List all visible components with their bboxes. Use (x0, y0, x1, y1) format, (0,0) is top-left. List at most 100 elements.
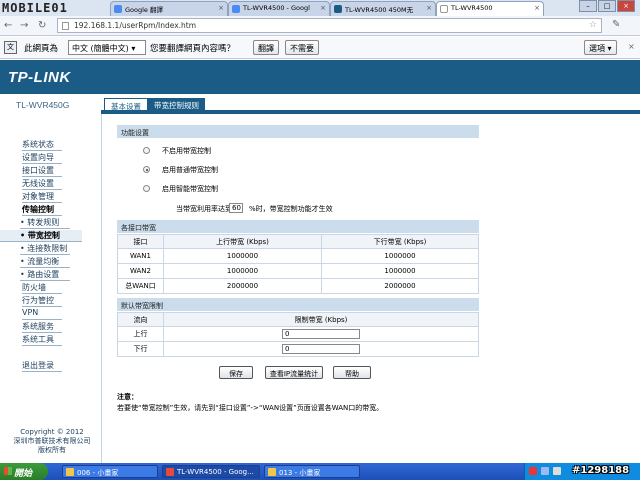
tab-google-search[interactable]: TL-WVR4500 - Googl × (228, 1, 330, 16)
tab-router-admin[interactable]: TL-WVR4500 × (436, 1, 544, 16)
paint-icon (268, 468, 276, 476)
watermark-text: #1298188 (572, 465, 630, 476)
save-button[interactable]: 保存 (219, 366, 253, 379)
sidebar-item-connection-limit[interactable]: • 连接数限制 (20, 243, 70, 255)
translate-options-button[interactable]: 選項 ▾ (584, 40, 617, 55)
chrome-icon (166, 468, 174, 476)
sidebar-item-system-tools[interactable]: 系统工具 (22, 334, 62, 346)
sidebar-item-firewall[interactable]: 防火墙 (22, 282, 62, 294)
sidebar-item-routing[interactable]: • 路由设置 (20, 269, 70, 281)
close-icon[interactable]: × (218, 4, 224, 12)
close-icon[interactable]: × (534, 4, 540, 12)
downstream-value: 1000000 (321, 248, 479, 264)
translate-bar: 文 此網頁為 中文 (簡體中文) ▾ 您要翻譯網頁內容嗎？ 翻譯 不需要 選項 … (0, 37, 640, 59)
table-row: WAN1 1000000 1000000 (117, 248, 479, 264)
radio-label: 启用普通带宽控制 (162, 166, 218, 174)
sidebar-item-objects[interactable]: 对象管理 (22, 191, 62, 203)
interface-name: 总WAN口 (117, 278, 164, 294)
tab-label: Google 翻譯 (125, 6, 163, 14)
task-label: 013 - 小畫家 (279, 469, 321, 477)
tray-volume-icon[interactable] (553, 467, 561, 475)
page-icon (62, 22, 69, 30)
downstream-limit-input[interactable]: 0 (282, 344, 360, 354)
sidebar-item-logout[interactable]: 退出登录 (22, 360, 62, 372)
column-header: 限制带宽 (Kbps) (163, 312, 479, 327)
back-arrow-icon[interactable]: ← (4, 20, 12, 31)
column-header: 上行带宽 (Kbps) (163, 234, 322, 249)
direction-label: 下行 (117, 341, 164, 357)
maximize-button[interactable]: □ (598, 0, 616, 12)
sidebar-item-load-balance[interactable]: • 流量均衡 (20, 256, 70, 268)
copyright: Copyright © 2012 深圳市普联技术有限公司 版权所有 (4, 428, 100, 455)
upstream-limit-input[interactable]: 0 (282, 329, 360, 339)
sidebar-item-vpn[interactable]: VPN (22, 308, 62, 320)
address-toolbar: ← → ↻ 192.168.1.1/userRpm/Index.htm ☆ ✎ (0, 16, 640, 36)
radio-disable-bandwidth[interactable] (143, 147, 150, 154)
wrench-menu-icon[interactable]: ✎ (612, 19, 620, 30)
upstream-value: 1000000 (163, 263, 322, 279)
language-select[interactable]: 中文 (簡體中文) ▾ (68, 40, 146, 55)
radio-normal-bandwidth[interactable] (143, 166, 150, 173)
translate-button[interactable]: 翻譯 (253, 40, 279, 55)
table-row: 总WAN口 2000000 2000000 (117, 278, 479, 294)
taskbar: 開始 006 - 小畫家 TL-WVR4500 - Goog... 013 - … (0, 463, 640, 480)
browser-tab-strip: MOBILE01 Google 翻譯 × TL-WVR4500 - Googl … (0, 0, 640, 16)
tab-tplink-product[interactable]: TL-WVR4500 450M无 × (330, 1, 436, 16)
minimize-button[interactable]: – (579, 0, 597, 12)
tab-label: TL-WVR4500 (451, 4, 493, 12)
threshold-prefix: 当带宽利用率达到 (176, 205, 232, 213)
address-bar[interactable]: 192.168.1.1/userRpm/Index.htm ☆ (57, 18, 602, 33)
sidebar-item-transport-control[interactable]: 传输控制 (22, 204, 62, 216)
tray-network-icon[interactable] (541, 467, 549, 475)
forward-arrow-icon[interactable]: → (20, 20, 28, 31)
note-title: 注意： (117, 393, 138, 401)
sidebar-item-bandwidth-control[interactable]: • 带宽控制 (0, 230, 82, 242)
task-label: TL-WVR4500 - Goog... (177, 468, 254, 476)
start-button[interactable]: 開始 (0, 463, 48, 480)
task-chrome[interactable]: TL-WVR4500 - Goog... (162, 465, 260, 478)
interface-name: WAN1 (117, 248, 164, 264)
close-icon[interactable]: × (426, 4, 432, 12)
help-button[interactable]: 帮助 (333, 366, 371, 379)
view-stats-button[interactable]: 查看IP流量统计 (265, 366, 323, 379)
sidebar-item-setup-wizard[interactable]: 设置向导 (22, 152, 62, 164)
threshold-input[interactable]: 60 (229, 203, 243, 213)
sidebar-item-system-status[interactable]: 系统状态 (22, 139, 62, 151)
table-row: 下行 0 (117, 341, 479, 357)
tplink-logo: TP-LINK (8, 69, 71, 86)
reload-icon[interactable]: ↻ (38, 20, 46, 31)
sidebar-item-interface[interactable]: 接口设置 (22, 165, 62, 177)
task-label: 006 - 小畫家 (77, 469, 119, 477)
sidebar-item-forwarding-rules[interactable]: • 转发规则 (20, 217, 70, 229)
threshold-suffix: %时，带宽控制功能才生效 (249, 205, 333, 213)
task-paint-006[interactable]: 006 - 小畫家 (62, 465, 158, 478)
interface-bandwidth-header: 各接口带宽 (117, 220, 479, 233)
sidebar-item-behavior-control[interactable]: 行为管控 (22, 295, 62, 307)
default-limit-table: 流向 限制带宽 (Kbps) 上行 0 下行 0 (117, 312, 479, 357)
upstream-value: 2000000 (163, 278, 322, 294)
close-icon[interactable]: × (320, 4, 326, 12)
interface-bandwidth-table: 接口 上行带宽 (Kbps) 下行带宽 (Kbps) WAN1 1000000 … (117, 234, 479, 294)
close-window-button[interactable]: × (617, 0, 635, 12)
task-paint-013[interactable]: 013 - 小畫家 (264, 465, 360, 478)
copyright-company: 深圳市普联技术有限公司 (13, 437, 91, 445)
tray-app-icon[interactable] (529, 467, 537, 475)
sidebar-item-system-services[interactable]: 系统服务 (22, 321, 62, 333)
close-translate-bar-icon[interactable]: × (628, 42, 635, 51)
limit-cell: 0 (163, 341, 479, 357)
upstream-value: 1000000 (163, 248, 322, 264)
bookmark-star-icon[interactable]: ☆ (589, 20, 597, 30)
decline-translate-button[interactable]: 不需要 (285, 40, 319, 55)
radio-label: 不启用带宽控制 (162, 147, 211, 155)
tab-google-translate[interactable]: Google 翻譯 × (110, 1, 228, 16)
page-favicon-icon (440, 5, 448, 13)
table-row: 上行 0 (117, 326, 479, 342)
radio-smart-bandwidth[interactable] (143, 185, 150, 192)
table-header-row: 接口 上行带宽 (Kbps) 下行带宽 (Kbps) (117, 234, 479, 249)
sidebar-item-wireless[interactable]: 无线设置 (22, 178, 62, 190)
address-text: 192.168.1.1/userRpm/Index.htm (74, 21, 197, 30)
downstream-value: 1000000 (321, 263, 479, 279)
translate-question: 您要翻譯網頁內容嗎？ (150, 44, 236, 54)
table-header-row: 流向 限制带宽 (Kbps) (117, 312, 479, 327)
language-value: 中文 (簡體中文) (72, 44, 129, 53)
